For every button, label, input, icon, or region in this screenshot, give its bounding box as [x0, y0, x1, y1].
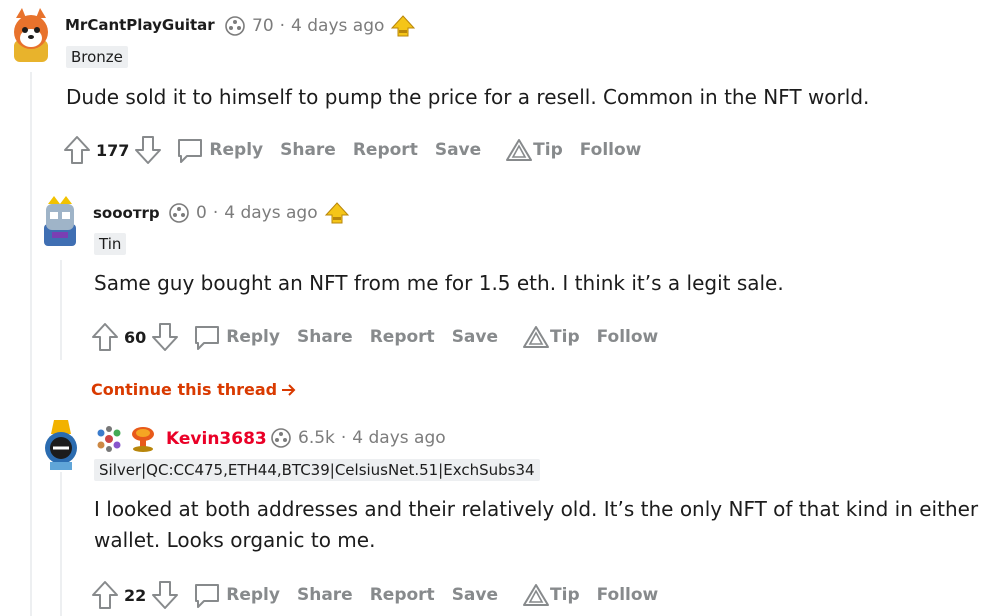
thread-line[interactable] [30, 72, 32, 616]
thread-line[interactable] [60, 260, 62, 360]
upvote-icon[interactable] [90, 321, 120, 353]
reply-button[interactable]: Reply [175, 135, 263, 165]
comment-author[interactable]: Kevin3683 [166, 429, 267, 449]
thread-line[interactable] [60, 472, 62, 616]
comment-author[interactable]: sooотrp [93, 204, 160, 222]
user-flair: Bronze [66, 46, 128, 68]
tip-button[interactable]: Tip [505, 137, 563, 163]
tip-icon [505, 137, 533, 163]
downvote-icon[interactable] [150, 321, 180, 353]
avatar[interactable] [8, 6, 54, 62]
tip-button[interactable]: Tip [522, 582, 580, 608]
reply-label: Reply [226, 327, 280, 347]
upvote-icon[interactable] [62, 134, 92, 166]
arrow-right-icon [280, 382, 296, 398]
share-button[interactable]: Share [297, 327, 353, 347]
comment-meta: 0 · 4 days ago [168, 201, 350, 225]
comment-meta: 70 · 4 days ago [224, 14, 416, 38]
comment-body-line: I looked at both addresses and their rel… [94, 497, 979, 521]
reply-button[interactable]: Reply [192, 322, 280, 352]
downvote-icon[interactable] [150, 579, 180, 611]
comment-actions: 22 Reply Share Report Save Tip Follow [90, 577, 658, 613]
tip-label: Tip [550, 327, 580, 347]
share-button[interactable]: Share [280, 140, 336, 160]
tip-icon [522, 324, 550, 350]
comment-author[interactable]: MrCantPlayGuitar [65, 16, 215, 34]
follow-button[interactable]: Follow [580, 140, 642, 160]
tip-label: Tip [550, 585, 580, 605]
vote-count: 177 [96, 140, 130, 160]
continue-thread-link[interactable]: Continue this thread [91, 380, 296, 399]
comment-actions: 177 Reply Share Report Save Tip Follow [62, 132, 641, 168]
comment-age[interactable]: 4 days ago [352, 428, 445, 448]
comment-body: I looked at both addresses and their rel… [94, 494, 979, 556]
tip-icon [522, 582, 550, 608]
downvote-icon[interactable] [133, 134, 163, 166]
karma-icon [168, 202, 190, 224]
user-badge-icons [95, 425, 157, 453]
meta-separator: · [340, 428, 347, 448]
upvote-icon[interactable] [90, 579, 120, 611]
tip-label: Tip [533, 140, 563, 160]
karma-count: 0 [196, 203, 207, 223]
comment-icon [175, 135, 205, 165]
share-button[interactable]: Share [297, 585, 353, 605]
avatar[interactable] [40, 418, 82, 472]
comment-age[interactable]: 4 days ago [224, 203, 317, 223]
save-button[interactable]: Save [452, 585, 498, 605]
report-button[interactable]: Report [370, 585, 435, 605]
follow-button[interactable]: Follow [597, 327, 659, 347]
report-button[interactable]: Report [370, 327, 435, 347]
save-button[interactable]: Save [452, 327, 498, 347]
comment-actions: 60 Reply Share Report Save Tip Follow [90, 319, 658, 355]
avatar[interactable] [38, 194, 82, 246]
atom-badge-icon[interactable] [95, 425, 123, 453]
karma-icon [270, 427, 292, 449]
comment-body: Dude sold it to himself to pump the pric… [66, 85, 870, 109]
save-button[interactable]: Save [435, 140, 481, 160]
comment-icon [192, 580, 222, 610]
reply-button[interactable]: Reply [192, 580, 280, 610]
comment-body-line: wallet. Looks organic to me. [94, 528, 376, 552]
reply-label: Reply [226, 585, 280, 605]
comment-body: Same guy bought an NFT from me for 1.5 e… [94, 271, 784, 295]
vote-count: 60 [124, 327, 147, 347]
user-flair: Tin [94, 233, 127, 255]
meta-separator: · [279, 16, 286, 36]
report-button[interactable]: Report [353, 140, 418, 160]
tip-button[interactable]: Tip [522, 324, 580, 350]
meta-separator: · [212, 203, 219, 223]
reply-label: Reply [209, 140, 264, 160]
follow-button[interactable]: Follow [597, 585, 659, 605]
user-flair: Silver|QC:CC475,ETH44,BTC39|CelsiusNet.5… [94, 459, 540, 481]
karma-count: 70 [252, 16, 274, 36]
karma-count: 6.5k [298, 428, 335, 448]
award-icon[interactable] [390, 14, 416, 38]
comment-meta: 6.5k · 4 days ago [270, 427, 446, 449]
karma-icon [224, 15, 246, 37]
award-icon[interactable] [324, 201, 350, 225]
comment-age[interactable]: 4 days ago [291, 16, 384, 36]
continue-thread-label: Continue this thread [91, 380, 278, 399]
comment-icon [192, 322, 222, 352]
mushroom-cloud-icon[interactable] [129, 425, 157, 453]
vote-count: 22 [124, 585, 147, 605]
